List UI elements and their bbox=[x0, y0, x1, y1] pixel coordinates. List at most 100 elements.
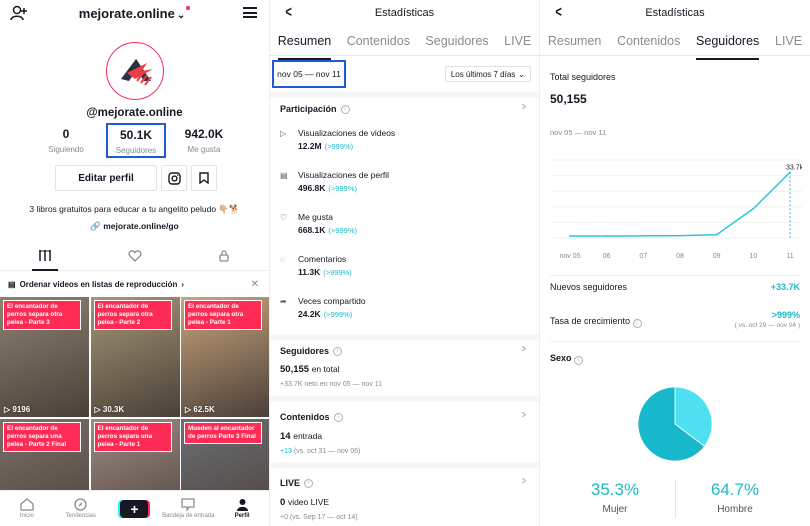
chevron-right-icon: › bbox=[181, 279, 185, 289]
menu-icon[interactable] bbox=[243, 7, 257, 18]
edit-profile-button[interactable]: Editar perfil bbox=[55, 165, 157, 191]
info-icon[interactable]: i bbox=[340, 104, 350, 114]
video-thumbnail[interactable]: El encantador de perros separa otra pele… bbox=[181, 297, 269, 417]
chart-date-range: nov 05 — nov 11 bbox=[550, 128, 607, 137]
chart-point bbox=[715, 233, 718, 236]
stat-label: Seguidores bbox=[115, 146, 157, 155]
divider bbox=[550, 275, 800, 276]
chart-x-tick-label: 10 bbox=[749, 253, 757, 260]
page-title: Estadísticas bbox=[374, 7, 435, 19]
metric-value: 11.3K (>999%) bbox=[298, 267, 520, 277]
metric-likes: ♡ Me gusta 668.1K (>999%) bbox=[280, 212, 520, 235]
chart-x-tick-label: nov 05 bbox=[559, 253, 580, 260]
content-section-title[interactable]: Contenidos i bbox=[280, 412, 343, 422]
chevron-right-icon[interactable]: > bbox=[522, 344, 526, 355]
share-icon: ➦ bbox=[280, 297, 287, 306]
female-percentage: 35.3% bbox=[590, 480, 640, 499]
favorites-button[interactable] bbox=[191, 165, 217, 191]
info-icon[interactable]: i bbox=[632, 318, 642, 328]
chart-x-tick-label: 11 bbox=[786, 253, 793, 260]
metric-value: 668.1K (>999%) bbox=[298, 225, 520, 235]
tab-liked[interactable] bbox=[90, 241, 180, 270]
nav-discover[interactable]: Tendencias bbox=[54, 491, 108, 526]
chevron-right-icon[interactable]: > bbox=[522, 102, 526, 113]
account-switcher[interactable]: mejorate.online ⌄ bbox=[0, 6, 269, 21]
tab-private[interactable] bbox=[179, 241, 269, 270]
tab-videos[interactable] bbox=[0, 241, 90, 271]
content-change-value: +13 bbox=[280, 448, 292, 455]
tab-overview[interactable]: Resumen bbox=[276, 32, 334, 60]
stat-followers[interactable]: 50.1K Seguidores bbox=[106, 123, 166, 158]
followers-section-title[interactable]: Seguidores i bbox=[280, 346, 343, 356]
plus-icon: + bbox=[120, 499, 149, 518]
profile-link[interactable]: 🔗 mejorate.online/go bbox=[0, 221, 269, 232]
tab-overview[interactable]: Resumen bbox=[546, 32, 604, 55]
metric-value: 12.2M (>999%) bbox=[298, 141, 520, 151]
document-icon: ▤ bbox=[280, 171, 288, 180]
view-count-value: 30.3K bbox=[102, 405, 125, 414]
info-icon[interactable]: i bbox=[333, 346, 343, 356]
date-range: nov 05 — nov 11 bbox=[272, 60, 346, 88]
tab-followers[interactable]: Seguidores bbox=[694, 32, 761, 60]
stat-likes[interactable]: 942.0K Me gusta bbox=[174, 127, 234, 154]
stat-following[interactable]: 0 Siguiendo bbox=[36, 127, 96, 154]
profile-screen: mejorate.online ⌄ @mejorate.online 0 Sigu… bbox=[0, 0, 270, 526]
avatar[interactable] bbox=[106, 42, 164, 100]
analytics-tabs: Resumen Contenidos Seguidores LIVE bbox=[270, 32, 539, 60]
nav-label: Inicio bbox=[19, 513, 34, 519]
metric-shares: ➦ Veces compartido 24.2K (>999%) bbox=[280, 296, 520, 319]
followers-net: +33.7K neto en nov 05 — nov 11 bbox=[280, 381, 383, 388]
section-divider bbox=[270, 334, 539, 340]
tab-content[interactable]: Contenidos bbox=[345, 32, 412, 55]
info-icon[interactable]: i bbox=[574, 355, 584, 365]
section-divider bbox=[270, 92, 539, 98]
metric-video-views: ▷ Visualizaciones de videos 12.2M (>999%) bbox=[280, 128, 520, 151]
period-select[interactable]: Los últimos 7 días ⌄ bbox=[444, 66, 531, 82]
analytics-followers-screen: < Estadísticas Resumen Contenidos Seguid… bbox=[540, 0, 810, 526]
live-change: +0 (vs. Sep 17 — oct 14) bbox=[280, 514, 358, 521]
video-caption: El encantador de perros separa otra pele… bbox=[3, 300, 81, 330]
growth-rate-text: Tasa de crecimiento bbox=[550, 316, 631, 326]
chart-point bbox=[569, 235, 571, 237]
metric-number: 12.2M bbox=[298, 141, 322, 151]
metric-label: Visualizaciones de videos bbox=[298, 128, 396, 138]
chevron-right-icon[interactable]: > bbox=[522, 410, 526, 421]
lock-icon bbox=[219, 249, 229, 262]
video-thumbnail[interactable]: El encantador de perros separa otra pele… bbox=[0, 297, 89, 417]
view-count-value: 62.5K bbox=[193, 405, 215, 414]
notification-dot bbox=[186, 6, 191, 10]
sex-label-text: Sexo bbox=[550, 353, 572, 363]
playlist-banner[interactable]: ▤ Ordenar videos en listas de reproducci… bbox=[8, 277, 259, 291]
info-icon[interactable]: i bbox=[304, 478, 314, 488]
nav-profile[interactable]: Perfil bbox=[215, 491, 269, 526]
tab-live[interactable]: LIVE bbox=[502, 32, 533, 55]
live-section-title[interactable]: LIVE i bbox=[280, 478, 314, 488]
instagram-icon bbox=[167, 171, 181, 185]
home-icon bbox=[20, 498, 34, 511]
nav-inbox[interactable]: Bandeja de entrada bbox=[161, 491, 215, 526]
participation-title[interactable]: Participación i bbox=[280, 104, 350, 114]
section-title-text: Seguidores bbox=[280, 346, 330, 356]
video-caption: El encantador de perros separa otra pele… bbox=[93, 300, 172, 330]
video-thumbnail[interactable]: El encantador de perros separa otra pele… bbox=[90, 297, 180, 417]
new-followers-label: Nuevos seguidores bbox=[550, 282, 628, 292]
tab-followers[interactable]: Seguidores bbox=[423, 32, 490, 55]
live-total: 0 video LIVE bbox=[280, 497, 329, 508]
chart-point bbox=[752, 207, 755, 210]
tab-content[interactable]: Contenidos bbox=[615, 32, 682, 55]
chevron-right-icon[interactable]: > bbox=[522, 476, 526, 487]
info-icon[interactable]: i bbox=[333, 412, 343, 422]
chart-x-tick-label: 09 bbox=[713, 253, 721, 260]
nav-home[interactable]: Inicio bbox=[0, 491, 54, 526]
comment-icon: ◌ bbox=[280, 255, 285, 264]
close-icon[interactable]: ✕ bbox=[251, 279, 259, 290]
metric-comments: ◌ Comentarios 11.3K (>999%) bbox=[280, 254, 520, 277]
instagram-button[interactable] bbox=[161, 165, 187, 191]
metric-change: (>999%) bbox=[328, 226, 357, 235]
heart-hidden-icon bbox=[127, 249, 142, 262]
content-total-unit: entrada bbox=[293, 431, 323, 441]
chevron-down-icon: ⌄ bbox=[176, 10, 186, 21]
nav-create[interactable]: + bbox=[108, 491, 162, 526]
view-count: ▷ 9196 bbox=[4, 405, 31, 414]
tab-live[interactable]: LIVE bbox=[773, 32, 804, 55]
